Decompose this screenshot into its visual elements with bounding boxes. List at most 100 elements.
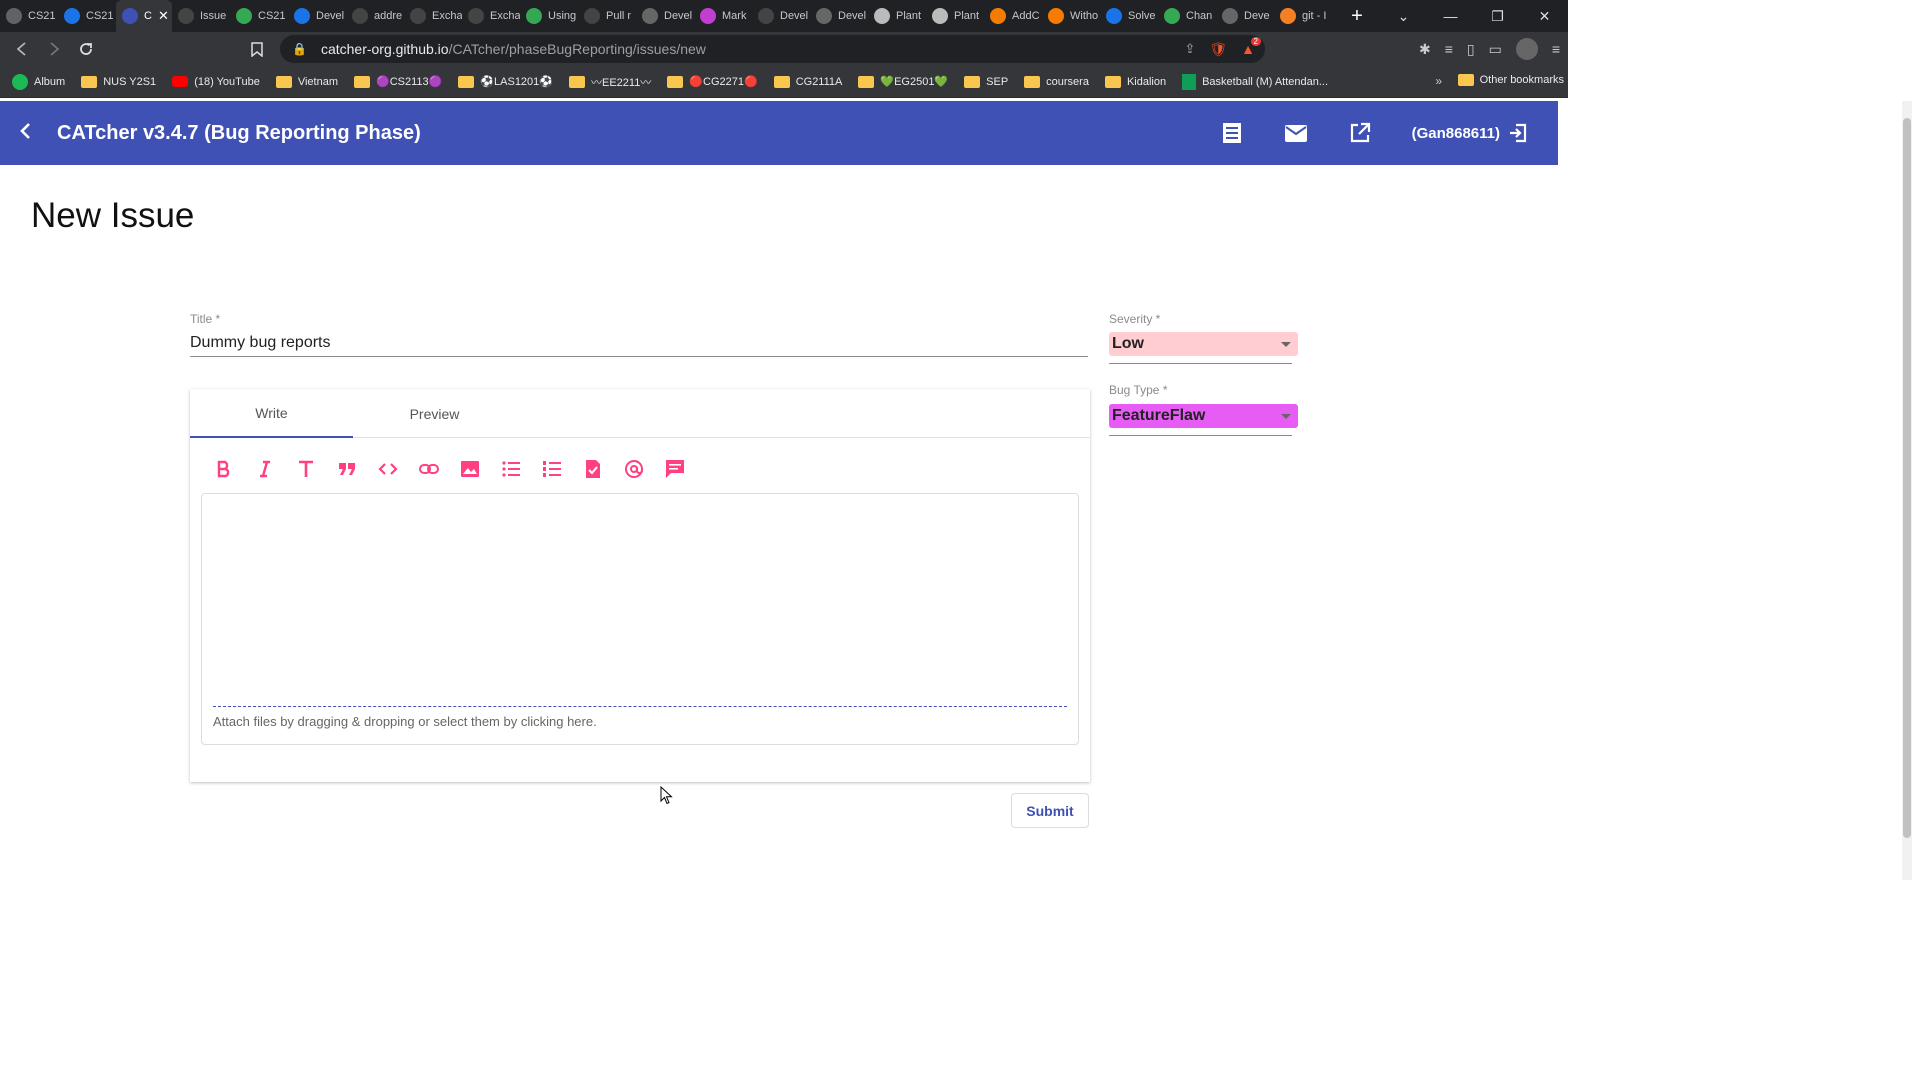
profile-avatar[interactable] (1515, 38, 1538, 60)
mention-icon[interactable] (622, 457, 646, 481)
browser-tab[interactable]: Excha (404, 0, 462, 32)
browser-tab[interactable]: Devel (288, 0, 346, 32)
bookmark-item[interactable]: (18) YouTube (172, 76, 260, 88)
browser-tab[interactable]: Plant (926, 0, 984, 32)
bold-icon[interactable] (212, 457, 236, 481)
brave-shield-icon[interactable]: 🛡 (1209, 41, 1227, 58)
bookmark-item[interactable]: coursera (1024, 75, 1089, 88)
more-bookmarks-icon[interactable]: » (1435, 74, 1442, 88)
browser-tab[interactable]: Chan (1158, 0, 1216, 32)
folder-icon (275, 75, 292, 88)
issues-list-icon[interactable] (1220, 121, 1244, 145)
wallet-icon[interactable]: ▭ (1489, 41, 1502, 58)
share-icon[interactable]: ⇪ (1184, 41, 1195, 57)
other-bookmarks[interactable]: Other bookmarks (1457, 74, 1564, 86)
browser-tab[interactable]: Devel (636, 0, 694, 32)
description-editor: Write Preview Attach files by dragging &… (190, 389, 1090, 782)
close-tab-icon[interactable]: ✕ (158, 8, 169, 24)
circle-icon (700, 8, 716, 24)
folder-icon (568, 75, 585, 88)
code-icon[interactable] (376, 457, 400, 481)
minimize-button[interactable]: — (1427, 8, 1474, 24)
back-icon[interactable] (6, 33, 38, 65)
bookmark-item[interactable]: 💚EG2501💚 (858, 75, 948, 88)
browser-tab[interactable]: git - I (1274, 0, 1332, 32)
quote-icon[interactable] (335, 457, 359, 481)
mouse-cursor-icon (660, 786, 673, 805)
menu-icon[interactable]: ≡ (1552, 41, 1560, 57)
browser-tab[interactable]: Solve (1100, 0, 1158, 32)
browser-tab[interactable]: Plant (868, 0, 926, 32)
bug-type-select[interactable]: FeatureFlaw (1109, 404, 1298, 428)
browser-tab[interactable]: addre (346, 0, 404, 32)
task-list-icon[interactable] (581, 457, 605, 481)
severity-select[interactable]: Low (1109, 332, 1298, 356)
bookmark-item[interactable]: ⚽LAS1201⚽ (458, 75, 553, 88)
italic-icon[interactable] (253, 457, 277, 481)
tab-preview[interactable]: Preview (353, 389, 516, 438)
se-edu-icon (294, 8, 310, 24)
browser-tab[interactable]: Devel (752, 0, 810, 32)
bookmark-item[interactable]: Album (12, 73, 65, 90)
browser-tab[interactable]: C ✕ (116, 0, 172, 32)
browser-tab[interactable]: Issue (172, 0, 230, 32)
bookmark-item[interactable]: Vietnam (275, 75, 338, 88)
tab-search-icon[interactable]: ⌄ (1380, 8, 1427, 25)
bookmark-item[interactable]: 🔴CG2271🔴 (667, 75, 758, 88)
browser-tab-label: git - I (1302, 10, 1327, 22)
title-input[interactable] (190, 330, 1088, 357)
new-tab-button[interactable]: + (1342, 5, 1372, 28)
sidebar-icon[interactable]: ▯ (1467, 41, 1475, 58)
browser-tab[interactable]: CS21 (0, 0, 58, 32)
mail-icon[interactable] (1284, 121, 1308, 145)
bookmark-item[interactable]: CG2111A (773, 75, 842, 88)
browser-tab[interactable]: Deve (1216, 0, 1274, 32)
browser-tab[interactable]: Witho (1042, 0, 1100, 32)
description-textarea[interactable]: Attach files by dragging & dropping or s… (201, 493, 1079, 745)
browser-tab[interactable]: CS21 (58, 0, 116, 32)
numbered-list-icon[interactable] (540, 457, 564, 481)
close-window-button[interactable]: ✕ (1521, 8, 1568, 25)
saved-reply-icon[interactable] (663, 457, 687, 481)
reload-icon[interactable] (70, 33, 102, 65)
address-bar[interactable]: 🔒 catcher-org.github.io/CATcher/phaseBug… (280, 35, 1265, 63)
github-icon (758, 8, 774, 24)
browser-tab-bar: CS21 CS21 C ✕ Issue CS21 Devel addre Excha Excha U… (0, 0, 1568, 32)
severity-underline (1109, 363, 1292, 364)
user-logout-button[interactable]: (Gan868611) (1412, 123, 1528, 143)
bookmark-item[interactable]: Kidalion (1104, 75, 1167, 88)
bookmark-item[interactable]: 🟣CS2113🟣 (354, 75, 442, 88)
media-control-icon[interactable]: ≡ (1445, 41, 1453, 57)
browser-tab[interactable]: Mark (694, 0, 752, 32)
bookmark-item[interactable]: 〰EE2211〰 (568, 74, 651, 90)
open-external-icon[interactable] (1348, 121, 1372, 145)
browser-tab[interactable]: Pull r (578, 0, 636, 32)
browser-tab[interactable]: AddC (984, 0, 1042, 32)
bullet-list-icon[interactable] (499, 457, 523, 481)
lock-icon[interactable]: 🔒 (292, 42, 307, 56)
extensions-icon[interactable]: ✱ (1419, 41, 1431, 58)
bookmark-item[interactable]: Basketball (M) Attendan... (1182, 73, 1328, 90)
bookmark-item[interactable]: SEP (964, 75, 1009, 88)
heading-icon[interactable] (294, 457, 318, 481)
bookmark-icon[interactable] (241, 33, 273, 65)
back-arrow-icon[interactable] (18, 120, 52, 146)
brave-rewards-icon[interactable]: ▲ 2 (1241, 37, 1261, 57)
browser-tab[interactable]: Using (520, 0, 578, 32)
forward-icon[interactable] (38, 33, 70, 65)
submit-button[interactable]: Submit (1011, 793, 1089, 828)
tab-write[interactable]: Write (190, 389, 353, 438)
attach-files-text[interactable]: Attach files by dragging & dropping or s… (213, 714, 597, 729)
browser-tab[interactable]: Devel (810, 0, 868, 32)
restore-button[interactable]: ❐ (1474, 8, 1521, 25)
scrollbar-thumb[interactable] (1903, 118, 1911, 838)
browser-tab-label: Excha (432, 10, 462, 22)
link-icon[interactable] (417, 457, 441, 481)
bookmark-label: Vietnam (297, 75, 338, 88)
image-icon[interactable] (458, 457, 482, 481)
browser-tab[interactable]: Excha (462, 0, 520, 32)
browser-tab[interactable]: CS21 (230, 0, 288, 32)
bookmark-label: Kidalion (1126, 75, 1167, 88)
bookmark-item[interactable]: NUS Y2S1 (81, 75, 156, 88)
bookmark-label: SEP (986, 75, 1009, 88)
